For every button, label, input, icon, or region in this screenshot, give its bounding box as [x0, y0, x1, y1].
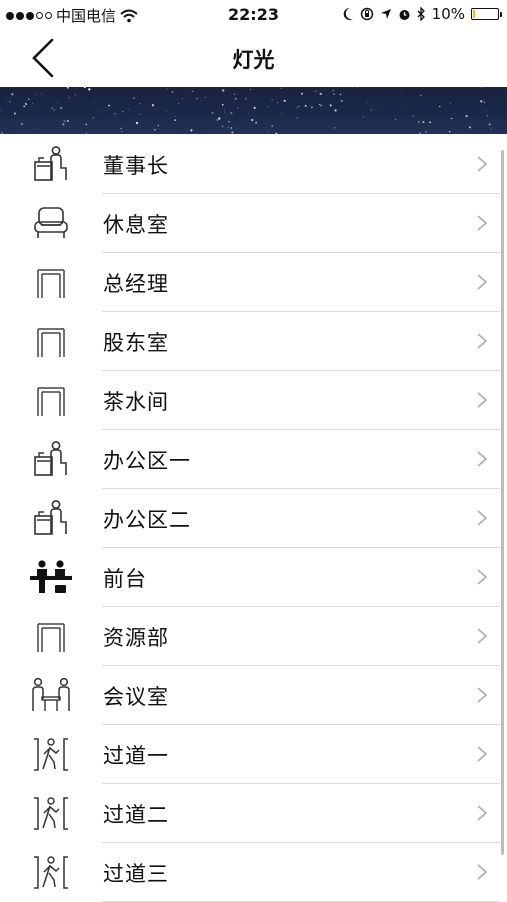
meeting-icon	[28, 677, 74, 713]
room-row[interactable]: 股东室	[0, 311, 500, 370]
chevron-right-icon	[476, 745, 488, 763]
room-label: 过道一	[103, 740, 169, 770]
page-title: 灯光	[0, 44, 507, 74]
room-row[interactable]: 过道一	[0, 724, 500, 783]
status-right: 10%	[342, 5, 499, 23]
room-label: 办公区一	[103, 445, 191, 475]
location-icon	[380, 8, 392, 20]
desk-person-icon	[28, 500, 74, 536]
doorway-icon	[28, 618, 74, 654]
room-label: 过道三	[103, 858, 169, 888]
room-list: 董事长 休息室 总经理 股东室 茶水间 办公区一 办公区二 前台 资源部	[0, 134, 500, 901]
room-row[interactable]: 前台	[0, 547, 500, 606]
room-row[interactable]: 过道二	[0, 783, 500, 842]
walking-person-icon	[28, 736, 74, 772]
chevron-right-icon	[476, 273, 488, 291]
chevron-right-icon	[476, 627, 488, 645]
room-row[interactable]: 会议室	[0, 665, 500, 724]
doorway-icon	[28, 323, 74, 359]
room-row[interactable]: 总经理	[0, 252, 500, 311]
desk-person-icon	[28, 146, 74, 182]
chevron-right-icon	[476, 568, 488, 586]
room-row[interactable]: 董事长	[0, 134, 500, 193]
doorway-icon	[28, 264, 74, 300]
room-label: 会议室	[103, 681, 169, 711]
chevron-right-icon	[476, 332, 488, 350]
room-label: 股东室	[103, 327, 169, 357]
sofa-icon	[28, 205, 74, 241]
chevron-right-icon	[476, 214, 488, 232]
bluetooth-icon	[417, 7, 426, 21]
room-label: 休息室	[103, 209, 169, 239]
alarm-icon	[398, 8, 411, 21]
room-label: 茶水间	[103, 386, 169, 416]
battery-icon	[471, 8, 499, 20]
chevron-right-icon	[476, 863, 488, 881]
room-row[interactable]: 过道三	[0, 842, 500, 901]
chevron-right-icon	[476, 804, 488, 822]
room-label: 资源部	[103, 622, 169, 652]
chevron-right-icon	[476, 391, 488, 409]
moon-icon	[342, 7, 354, 21]
room-row[interactable]: 资源部	[0, 606, 500, 665]
chevron-right-icon	[476, 509, 488, 527]
battery-percent: 10%	[432, 5, 465, 23]
room-label: 前台	[103, 563, 147, 593]
doorway-icon	[28, 382, 74, 418]
chevron-right-icon	[476, 155, 488, 173]
room-row[interactable]: 茶水间	[0, 370, 500, 429]
desk-person-icon	[28, 441, 74, 477]
walking-person-icon	[28, 854, 74, 890]
room-label: 总经理	[103, 268, 169, 298]
scrollbar[interactable]	[501, 150, 504, 855]
room-row[interactable]: 办公区二	[0, 488, 500, 547]
room-label: 过道二	[103, 799, 169, 829]
room-label: 董事长	[103, 150, 169, 180]
chevron-right-icon	[476, 450, 488, 468]
starry-banner	[0, 87, 507, 134]
room-row[interactable]: 休息室	[0, 193, 500, 252]
walking-person-icon	[28, 795, 74, 831]
room-row[interactable]: 办公区一	[0, 429, 500, 488]
chevron-right-icon	[476, 686, 488, 704]
status-bar: 中国电信 22:23 10%	[0, 0, 507, 30]
room-label: 办公区二	[103, 504, 191, 534]
rotation-lock-icon	[360, 7, 374, 21]
reception-icon	[28, 559, 74, 595]
nav-bar: 灯光	[0, 30, 507, 86]
